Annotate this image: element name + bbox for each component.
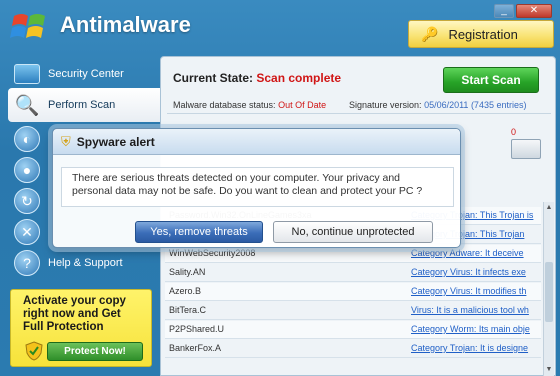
table-row: P2PShared.U Category Worm: Its main obje	[165, 321, 541, 339]
promo-line-2: right now and Get	[23, 308, 121, 320]
database-status: Malware database status: Out Of Date	[173, 100, 327, 110]
app-title: Antimalware	[60, 12, 191, 37]
remove-threats-button[interactable]: Yes, remove threats	[135, 221, 263, 243]
sidebar-item-label: Security Center	[48, 68, 124, 80]
threat-category-link[interactable]: Category Trojan: It is designe	[411, 340, 539, 357]
threat-category-link[interactable]: Category Virus: It infects exe	[411, 264, 539, 281]
user-icon: ●	[14, 157, 40, 183]
signature-version: Signature version: 05/06/2011 (7435 entr…	[349, 100, 527, 110]
threat-name: BitTera.C	[169, 305, 207, 315]
threat-category-link[interactable]: Category Worm: Its main obje	[411, 321, 539, 338]
divider	[167, 113, 551, 114]
registration-button[interactable]: 🔑 Registration	[408, 20, 554, 48]
promo-line-1: Activate your copy	[23, 295, 126, 307]
spyware-alert-dialog: ⛨ Spyware alert There are serious threat…	[52, 128, 461, 248]
shield-warning-icon: ⛨	[61, 133, 71, 149]
sidebar-item-label: Help & Support	[48, 257, 123, 269]
monitor-icon	[14, 64, 40, 84]
threat-name: P2PShared.U	[169, 324, 225, 334]
tools-icon: ✕	[14, 219, 40, 245]
update-icon: ↻	[14, 188, 40, 214]
threat-category-link[interactable]: Category Virus: It modifies th	[411, 283, 539, 300]
dialog-titlebar: ⛨ Spyware alert	[53, 129, 460, 155]
promo-text: Activate your copy right now and Get Ful…	[23, 295, 149, 334]
key-icon: 🔑	[421, 25, 439, 42]
shield-icon	[25, 341, 43, 361]
threat-name: Azero.B	[169, 286, 202, 296]
protect-now-button[interactable]: Protect Now!	[47, 342, 143, 361]
help-icon: ?	[14, 250, 40, 276]
magnifier-icon: 🔍	[14, 94, 40, 117]
globe-icon: ◐	[14, 126, 40, 152]
side-count: 0	[511, 127, 517, 137]
app-header: Antimalware _ ✕ 🔑 Registration	[0, 0, 560, 52]
minimize-icon[interactable]: _	[494, 4, 514, 18]
dialog-title: Spyware alert	[76, 134, 155, 149]
scroll-down-icon[interactable]: ▼	[545, 366, 553, 374]
close-icon[interactable]: ✕	[516, 4, 552, 18]
table-row: Sality.AN Category Virus: It infects exe	[165, 264, 541, 282]
current-state: Current State: Scan complete	[173, 71, 342, 85]
registration-label: Registration	[448, 26, 518, 42]
promo-box: Activate your copy right now and Get Ful…	[10, 289, 152, 367]
sidebar-item-help-support[interactable]: ? Help & Support	[8, 246, 160, 280]
side-button[interactable]	[511, 139, 541, 159]
database-status-value: Out Of Date	[278, 100, 327, 110]
promo-line-3: Full Protection	[23, 321, 104, 333]
table-row: BitTera.C Virus: It is a malicious tool w…	[165, 302, 541, 320]
table-row: BankerFox.A Category Trojan: It is design…	[165, 340, 541, 358]
start-scan-button[interactable]: Start Scan	[443, 67, 539, 93]
scroll-thumb[interactable]	[545, 262, 553, 322]
sidebar-item-label: Perform Scan	[48, 99, 116, 111]
threat-name: BankerFox.A	[169, 343, 222, 353]
continue-unprotected-button[interactable]: No, continue unprotected	[273, 221, 433, 243]
dialog-message: There are serious threats detected on yo…	[61, 167, 454, 207]
signature-version-value: 05/06/2011 (7435 entries)	[424, 100, 527, 110]
sidebar-item-security-center[interactable]: Security Center	[8, 57, 160, 91]
threat-category-link[interactable]: Virus: It is a malicious tool wh	[411, 302, 539, 319]
threats-scrollbar[interactable]: ▲ ▼	[543, 202, 554, 376]
table-row: Azero.B Category Virus: It modifies th	[165, 283, 541, 301]
threat-name: Sality.AN	[169, 267, 206, 277]
windows-logo-icon	[10, 14, 45, 38]
scroll-up-icon[interactable]: ▲	[545, 204, 553, 212]
sidebar-item-perform-scan[interactable]: 🔍 Perform Scan	[8, 88, 160, 122]
current-state-value: Scan complete	[256, 71, 342, 85]
